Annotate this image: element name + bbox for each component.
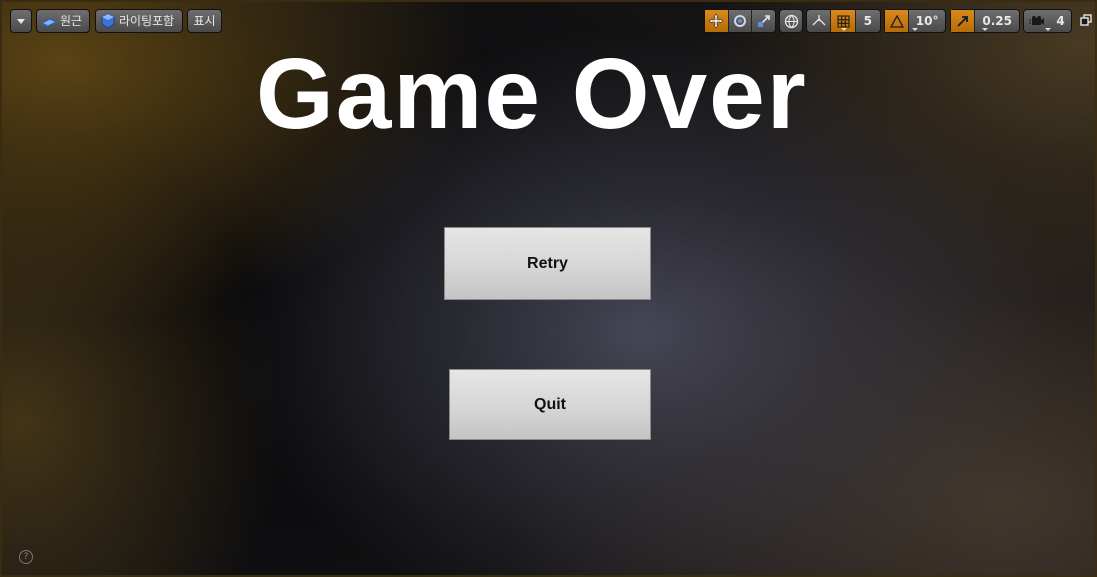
viewport-options-button[interactable]	[10, 9, 32, 33]
view-mode-label: 라이팅포함	[119, 14, 175, 28]
grid-snap-value-dropdown[interactable]: 5	[840, 10, 880, 32]
camera-speed-value-wrap: 4	[1044, 10, 1071, 32]
scale-snap-toggle[interactable]	[951, 10, 975, 32]
scale-arrow-icon	[957, 16, 968, 27]
help-icon[interactable]: ?	[19, 550, 33, 564]
camera-speed-value: 4	[1056, 14, 1065, 28]
surface-snap-icon	[812, 15, 826, 26]
translate-tool-button[interactable]	[705, 10, 728, 32]
scale-snap-group: 0.25	[950, 9, 1020, 33]
game-over-title: Game Over	[256, 38, 808, 150]
chevron-down-icon	[912, 28, 918, 31]
restore-viewport-icon[interactable]	[1080, 14, 1092, 26]
grid-snap-value: 5	[863, 14, 873, 28]
chevron-down-icon	[982, 28, 988, 31]
surface-snap-button[interactable]	[807, 10, 830, 32]
rotation-snap-value-dropdown[interactable]: 10°	[908, 10, 945, 32]
grid-icon	[836, 14, 850, 28]
perspective-button[interactable]: 원근	[36, 9, 90, 33]
move-arrows-icon	[708, 13, 724, 29]
coordinate-system-button[interactable]	[779, 9, 803, 33]
quit-label: Quit	[534, 395, 566, 413]
chevron-down-icon	[1044, 28, 1051, 31]
scale-snap-value-dropdown[interactable]: 0.25	[974, 10, 1019, 32]
rotate-tool-button[interactable]	[727, 10, 752, 32]
camera-speed-button[interactable]: 4	[1023, 9, 1072, 33]
chevron-down-icon	[840, 28, 847, 31]
scale-tool-button[interactable]	[751, 10, 775, 32]
globe-icon	[784, 14, 798, 28]
scale-icon	[757, 15, 770, 27]
rotation-snap-toggle[interactable]	[885, 10, 909, 32]
grid-snap-group: 5	[806, 9, 881, 33]
rotate-icon	[734, 15, 746, 27]
rotation-snap-group: 10°	[884, 9, 946, 33]
show-button[interactable]: 표시	[187, 9, 222, 33]
angle-icon	[889, 14, 904, 28]
perspective-label: 원근	[60, 14, 83, 28]
camera-icon	[1029, 16, 1044, 25]
transform-tools-group	[704, 9, 776, 33]
quit-button[interactable]: Quit	[449, 369, 651, 440]
retry-button[interactable]: Retry	[444, 227, 651, 300]
show-label: 표시	[193, 14, 216, 28]
level-viewport[interactable]: 원근 라이팅포함 표시 5 10° 0.25 4 Game Over Retry…	[0, 0, 1097, 577]
chevron-down-icon	[17, 18, 25, 24]
perspective-cube-icon	[41, 18, 57, 27]
lit-sphere-icon	[101, 13, 115, 29]
view-mode-lit-button[interactable]: 라이팅포함	[95, 9, 183, 33]
retry-label: Retry	[527, 254, 568, 272]
